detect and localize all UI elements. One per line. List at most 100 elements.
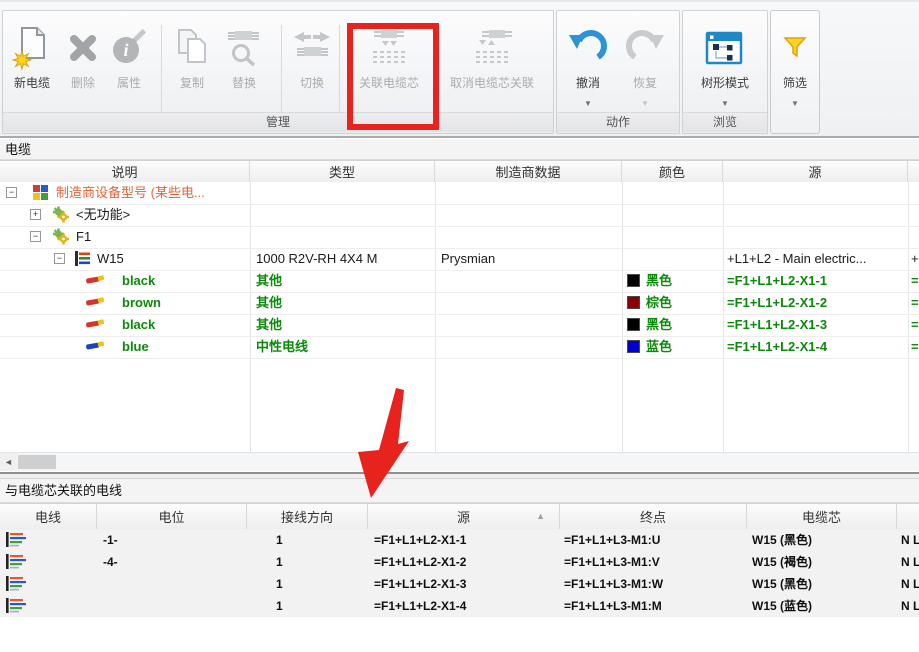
- cell-source: =F1+L1+L2-X1-1: [374, 529, 556, 551]
- column-header-制造商数据[interactable]: 制造商数据: [435, 161, 622, 182]
- tree-row[interactable]: −F1: [0, 226, 919, 249]
- color-swatch: [627, 274, 640, 287]
- ribbon-button-tree-mode[interactable]: 树形模式▼: [687, 15, 763, 115]
- ribbon-button-switch[interactable]: 切换: [289, 15, 335, 115]
- column-header-类型[interactable]: 类型: [250, 161, 435, 182]
- ribbon-group-filter: 筛选▼: [770, 10, 820, 134]
- cell-destination-cut: =: [911, 270, 919, 292]
- scroll-left-arrow-icon[interactable]: ◄: [0, 453, 17, 471]
- column-header-电缆芯[interactable]: 电缆芯: [747, 504, 897, 529]
- ribbon-button-label: 切换: [289, 75, 335, 91]
- ribbon-group-label: 动作: [557, 112, 679, 132]
- column-header-电线[interactable]: 电线: [0, 504, 97, 529]
- ribbon-button-undo[interactable]: 撤消▼: [563, 15, 613, 115]
- gears-icon: [52, 206, 70, 226]
- tree-row[interactable]: −W151000 R2V-RH 4X4 MPrysmian+L1+L2 - Ma…: [0, 248, 919, 271]
- tree-row-label: 制造商设备型号 (某些电...: [56, 182, 244, 204]
- tree-row-label: blue: [122, 336, 244, 358]
- tree-row-label: <无功能>: [76, 204, 244, 226]
- column-header-源[interactable]: 源: [723, 161, 908, 182]
- column-header-接线方向[interactable]: 接线方向: [247, 504, 368, 529]
- tree-row-label: W15: [97, 248, 244, 270]
- wire-red-icon: [85, 294, 107, 310]
- tree-row[interactable]: − 制造商设备型号 (某些电...: [0, 182, 919, 205]
- ribbon-separator: [281, 25, 282, 117]
- ribbon-button-new-cable[interactable]: 新电缆: [7, 15, 57, 115]
- ribbon-separator: [161, 25, 162, 117]
- tree-row-label: black: [122, 270, 244, 292]
- ribbon-button-unlink-cores[interactable]: 取消电缆芯关联: [435, 15, 549, 115]
- column-header-颜色[interactable]: 颜色: [622, 161, 723, 182]
- color-swatch: [627, 340, 640, 353]
- dropdown-arrow-icon[interactable]: ▼: [617, 99, 673, 108]
- column-header-电位[interactable]: 电位: [97, 504, 247, 529]
- wire-red-icon: [85, 316, 107, 332]
- cell-type: 其他: [256, 314, 431, 336]
- cell-core: W15 (蓝色): [752, 595, 894, 617]
- ribbon-button-replace[interactable]: 替换: [221, 15, 267, 115]
- cell-destination-cut: =: [911, 292, 919, 314]
- cell-cut: N L: [901, 551, 919, 573]
- ribbon-button-copy[interactable]: 复制: [169, 15, 215, 115]
- scrollbar-thumb[interactable]: [18, 455, 56, 469]
- cell-destination: =F1+L1+L3-M1:M: [564, 595, 744, 617]
- wire-multi-icon: [5, 597, 28, 617]
- wire-row[interactable]: 1=F1+L1+L2-X1-4=F1+L1+L3-M1:MW15 (蓝色)N L: [0, 595, 919, 618]
- replace-icon: [221, 25, 267, 71]
- collapse-icon[interactable]: −: [6, 187, 17, 198]
- app-window: 新电缆删除i属性复制替换切换关联电缆芯取消电缆芯关联管理撤消▼恢复▼动作树形模式…: [0, 0, 919, 652]
- ribbon-button-label: 恢复: [617, 75, 673, 91]
- cell-core: W15 (褐色): [752, 551, 894, 573]
- column-header-终点[interactable]: 终点: [560, 504, 747, 529]
- column-header-说明[interactable]: 说明: [0, 161, 250, 182]
- color-swatch: [627, 318, 640, 331]
- wire-row[interactable]: 1=F1+L1+L2-X1-3=F1+L1+L3-M1:WW15 (黑色)N L: [0, 573, 919, 596]
- ribbon-group-动作: 撤消▼恢复 ▼ 动作: [556, 10, 680, 134]
- ribbon-button-label: 属性: [107, 75, 151, 91]
- unlink-cores-icon: [435, 25, 549, 71]
- wire-multi-icon: [5, 575, 28, 595]
- dropdown-arrow-icon[interactable]: ▼: [772, 99, 818, 108]
- cable-panel-title: 电缆: [0, 139, 919, 160]
- ribbon-button-properties[interactable]: i属性: [107, 15, 151, 115]
- tree-row[interactable]: + <无功能>: [0, 204, 919, 227]
- tree-row[interactable]: blue中性电线蓝色=F1+L1+L2-X1-4=: [0, 336, 919, 359]
- horizontal-scrollbar[interactable]: ◄: [0, 452, 919, 471]
- cell-color-label: 棕色: [646, 292, 720, 314]
- ribbon-button-label: 新电缆: [7, 75, 57, 91]
- wire-panel-title: 与电缆芯关联的电线: [0, 479, 919, 503]
- cell-source: =F1+L1+L2-X1-2: [727, 292, 905, 314]
- cell-source: =F1+L1+L2-X1-1: [727, 270, 905, 292]
- wire-row[interactable]: -1-1=F1+L1+L2-X1-1=F1+L1+L3-M1:UW15 (黑色)…: [0, 529, 919, 552]
- expand-icon[interactable]: +: [30, 209, 41, 220]
- ribbon-button-label: 取消电缆芯关联: [435, 75, 549, 91]
- dropdown-arrow-icon[interactable]: ▼: [563, 99, 613, 108]
- filter-icon: [772, 25, 818, 71]
- cell-color-label: 黑色: [646, 314, 720, 336]
- dropdown-arrow-icon[interactable]: ▼: [687, 99, 763, 108]
- gears-icon: [52, 228, 70, 248]
- cable-table-body: −制造商设备型号 (某些电...+<无功能>−F1−W151000 R2V-RH…: [0, 182, 919, 452]
- cell-direction: 1: [276, 595, 364, 617]
- ribbon-button-delete[interactable]: 删除: [61, 15, 105, 115]
- collapse-icon[interactable]: −: [54, 253, 65, 264]
- cell-source: =F1+L1+L2-X1-4: [374, 595, 556, 617]
- ribbon-group-浏览: 树形模式▼浏览: [682, 10, 768, 134]
- column-header-源[interactable]: 源▲: [368, 504, 560, 529]
- ribbon-separator: [339, 25, 340, 117]
- wire-row[interactable]: -4-1=F1+L1+L2-X1-2=F1+L1+L3-M1:VW15 (褐色)…: [0, 551, 919, 574]
- cable-icon: [74, 250, 91, 270]
- tree-row[interactable]: black其他黑色=F1+L1+L2-X1-3=: [0, 314, 919, 337]
- collapse-icon[interactable]: −: [30, 231, 41, 242]
- tree-row[interactable]: brown其他棕色=F1+L1+L2-X1-2=: [0, 292, 919, 315]
- cell-source: =F1+L1+L2-X1-4: [727, 336, 905, 358]
- cell-type: 1000 R2V-RH 4X4 M: [256, 248, 431, 270]
- panel-splitter[interactable]: [0, 472, 919, 479]
- ribbon-button-filter[interactable]: 筛选▼: [772, 15, 818, 115]
- ribbon-button-redo[interactable]: 恢复 ▼: [617, 15, 673, 115]
- cell-source: =F1+L1+L2-X1-2: [374, 551, 556, 573]
- wire-table-body: -1-1=F1+L1+L2-X1-1=F1+L1+L3-M1:UW15 (黑色)…: [0, 529, 919, 652]
- cell-destination-cut: =: [911, 314, 919, 336]
- tree-row[interactable]: black其他黑色=F1+L1+L2-X1-1=: [0, 270, 919, 293]
- ribbon-group-管理: 新电缆删除i属性复制替换切换关联电缆芯取消电缆芯关联管理: [2, 10, 554, 134]
